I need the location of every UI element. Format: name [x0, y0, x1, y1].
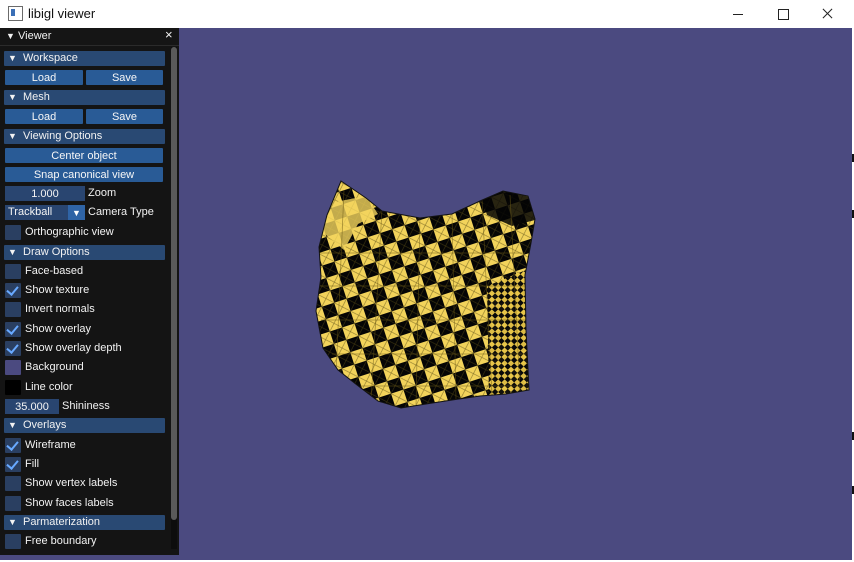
show-vertex-labels-label: Show vertex labels — [25, 477, 118, 489]
show-texture-label: Show texture — [25, 284, 90, 296]
fill-checkbox[interactable] — [5, 457, 21, 472]
viewer-panel: ▼ Viewer × ▼ Workspace Load Save ▼ Mesh Lo… — [0, 28, 179, 555]
camera-type-select[interactable]: Trackball — [5, 205, 68, 220]
workspace-section[interactable]: ▼ Workspace — [4, 51, 165, 66]
parmaterization-section[interactable]: ▼ Parmaterization — [4, 515, 165, 530]
title-bar: libigl viewer — [0, 0, 854, 28]
mesh-section[interactable]: ▼ Mesh — [4, 90, 165, 105]
overlays-section[interactable]: ▼ Overlays — [4, 418, 165, 433]
show-faces-labels-checkbox[interactable] — [5, 496, 21, 511]
show-overlay-label: Show overlay — [25, 323, 92, 335]
wireframe-toggle[interactable]: Wireframe — [5, 438, 170, 453]
camera-type-label: Camera Type — [88, 206, 154, 218]
overlays-label: Overlays — [23, 419, 67, 431]
scrollbar-thumb[interactable] — [171, 47, 177, 520]
shininess-label: Shininess — [62, 400, 110, 412]
section-collapse-icon[interactable]: ▼ — [8, 517, 17, 527]
orthographic-label: Orthographic view — [25, 226, 114, 238]
section-collapse-icon[interactable]: ▼ — [8, 53, 17, 63]
line-color-swatch[interactable] — [5, 380, 21, 395]
draw-options-label: Draw Options — [23, 246, 90, 258]
invert-normals-label: Invert normals — [25, 303, 95, 315]
center-object-button[interactable]: Center object — [5, 148, 163, 163]
viewer-panel-header[interactable]: ▼ Viewer × — [0, 28, 179, 46]
section-collapse-icon[interactable]: ▼ — [8, 420, 17, 430]
face-based-checkbox[interactable] — [5, 264, 21, 279]
minimize-icon[interactable] — [716, 0, 760, 28]
show-overlay-checkbox[interactable] — [5, 322, 21, 337]
workspace-load-button[interactable]: Load — [5, 70, 83, 85]
workspace-label: Workspace — [23, 52, 78, 64]
orthographic-view-toggle[interactable]: Orthographic view — [5, 225, 170, 240]
fill-toggle[interactable]: Fill — [5, 457, 170, 472]
app-icon — [8, 6, 23, 21]
section-collapse-icon[interactable]: ▼ — [8, 92, 17, 102]
workspace-save-button[interactable]: Save — [86, 70, 163, 85]
chevron-down-icon[interactable]: ▼ — [68, 205, 85, 220]
show-faces-labels-toggle[interactable]: Show faces labels — [5, 496, 170, 511]
mesh-save-button[interactable]: Save — [86, 109, 163, 124]
zoom-input[interactable]: 1.000 — [5, 186, 85, 201]
draw-options-section[interactable]: ▼ Draw Options — [4, 245, 165, 260]
free-boundary-toggle[interactable]: Free boundary — [5, 534, 170, 549]
viewing-options-label: Viewing Options — [23, 130, 103, 142]
show-vertex-labels-checkbox[interactable] — [5, 476, 21, 491]
collapse-triangle-icon[interactable]: ▼ — [6, 31, 15, 41]
background-label: Background — [25, 361, 84, 373]
section-collapse-icon[interactable]: ▼ — [8, 131, 17, 141]
invert-normals-toggle[interactable]: Invert normals — [5, 302, 170, 317]
zoom-label: Zoom — [88, 187, 117, 199]
free-boundary-checkbox[interactable] — [5, 534, 21, 549]
show-overlay-depth-checkbox[interactable] — [5, 341, 21, 356]
invert-normals-checkbox[interactable] — [5, 302, 21, 317]
orthographic-checkbox[interactable] — [5, 225, 21, 240]
show-overlay-depth-toggle[interactable]: Show overlay depth — [5, 341, 170, 356]
face-based-label: Face-based — [25, 265, 84, 277]
camera-type-value: Trackball — [8, 206, 53, 218]
shininess-input[interactable]: 35.000 — [5, 399, 59, 414]
wireframe-label: Wireframe — [25, 439, 76, 451]
free-boundary-label: Free boundary — [25, 535, 97, 547]
viewer-panel-title: Viewer — [18, 30, 52, 42]
viewing-options-section[interactable]: ▼ Viewing Options — [4, 129, 165, 144]
mesh-label: Mesh — [23, 91, 50, 103]
parmaterization-label: Parmaterization — [23, 516, 101, 528]
show-texture-checkbox[interactable] — [5, 283, 21, 298]
section-collapse-icon[interactable]: ▼ — [8, 247, 17, 257]
wireframe-checkbox[interactable] — [5, 438, 21, 453]
panel-scrollbar[interactable] — [171, 47, 177, 549]
mesh-load-button[interactable]: Load — [5, 109, 83, 124]
window-title: libigl viewer — [28, 6, 96, 21]
face-based-toggle[interactable]: Face-based — [5, 264, 170, 279]
panel-close-icon[interactable]: × — [165, 28, 177, 43]
libigl-window: libigl viewer ▼ Viewer × ▼ Workspace Loa… — [0, 0, 854, 562]
close-window-icon[interactable] — [806, 0, 850, 28]
show-overlay-toggle[interactable]: Show overlay — [5, 322, 170, 337]
show-texture-toggle[interactable]: Show texture — [5, 283, 170, 298]
show-faces-labels-label: Show faces labels — [25, 497, 114, 509]
background-color-swatch[interactable] — [5, 360, 21, 375]
fill-label: Fill — [25, 458, 40, 470]
maximize-icon[interactable] — [761, 0, 805, 28]
show-overlay-depth-label: Show overlay depth — [25, 342, 122, 354]
line-color-label: Line color — [25, 381, 73, 393]
show-vertex-labels-toggle[interactable]: Show vertex labels — [5, 476, 170, 491]
snap-canonical-view-button[interactable]: Snap canonical view — [5, 167, 163, 182]
